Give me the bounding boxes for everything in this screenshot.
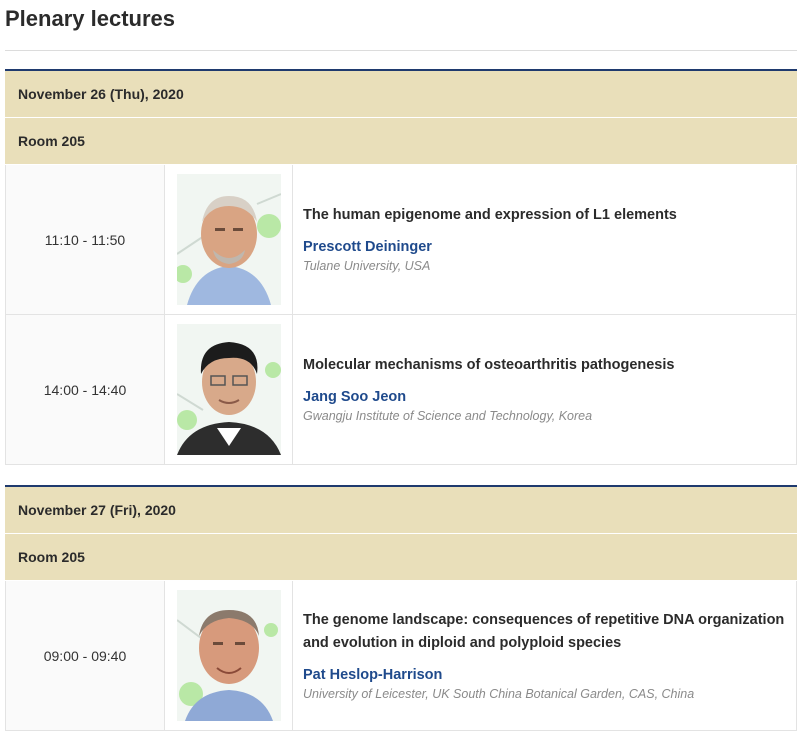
speaker-photo bbox=[176, 590, 281, 721]
day-schedule-nov-27: November 27 (Fri), 2020 Room 205 09:00 -… bbox=[5, 485, 797, 731]
speaker-name[interactable]: Prescott Deininger bbox=[303, 237, 786, 257]
session-row: 09:00 - 09:40 The genome landscape: cons… bbox=[5, 581, 797, 731]
speaker-photo bbox=[176, 174, 281, 305]
session-row: 14:00 - 14:40 Molecular mechanisms of os… bbox=[5, 315, 797, 465]
session-time: 14:00 - 14:40 bbox=[6, 315, 165, 464]
session-info: The human epigenome and expression of L1… bbox=[293, 165, 796, 314]
speaker-photo-cell bbox=[165, 581, 293, 730]
title-divider bbox=[5, 50, 797, 51]
page-title: Plenary lectures bbox=[5, 6, 175, 31]
talk-title: Molecular mechanisms of osteoarthritis p… bbox=[303, 357, 675, 373]
talk-title: The genome landscape: consequences of re… bbox=[303, 611, 785, 651]
day-date-header: November 27 (Fri), 2020 bbox=[5, 487, 797, 534]
speaker-photo-cell bbox=[165, 315, 293, 464]
speaker-affiliation: University of Leicester, UK South China … bbox=[303, 686, 695, 701]
day-schedule-nov-26: November 26 (Thu), 2020 Room 205 11:10 -… bbox=[5, 69, 797, 465]
session-time: 09:00 - 09:40 bbox=[6, 581, 165, 730]
session-time: 11:10 - 11:50 bbox=[6, 165, 165, 314]
room-header: Room 205 bbox=[5, 118, 797, 165]
day-date-header: November 26 (Thu), 2020 bbox=[5, 71, 797, 118]
session-info: Molecular mechanisms of osteoarthritis p… bbox=[293, 315, 796, 464]
session-info: The genome landscape: consequences of re… bbox=[293, 581, 796, 730]
speaker-photo-cell bbox=[165, 165, 293, 314]
talk-title: The human epigenome and expression of L1… bbox=[303, 207, 677, 223]
speaker-affiliation: Tulane University, USA bbox=[303, 259, 431, 273]
session-row: 11:10 - 11:50 The human epigenome and ex… bbox=[5, 165, 797, 315]
room-header: Room 205 bbox=[5, 534, 797, 581]
speaker-photo bbox=[176, 324, 281, 455]
speaker-name[interactable]: Pat Heslop-Harrison bbox=[303, 665, 786, 685]
speaker-affiliation: Gwangju Institute of Science and Technol… bbox=[303, 409, 593, 423]
speaker-name[interactable]: Jang Soo Jeon bbox=[303, 387, 786, 407]
